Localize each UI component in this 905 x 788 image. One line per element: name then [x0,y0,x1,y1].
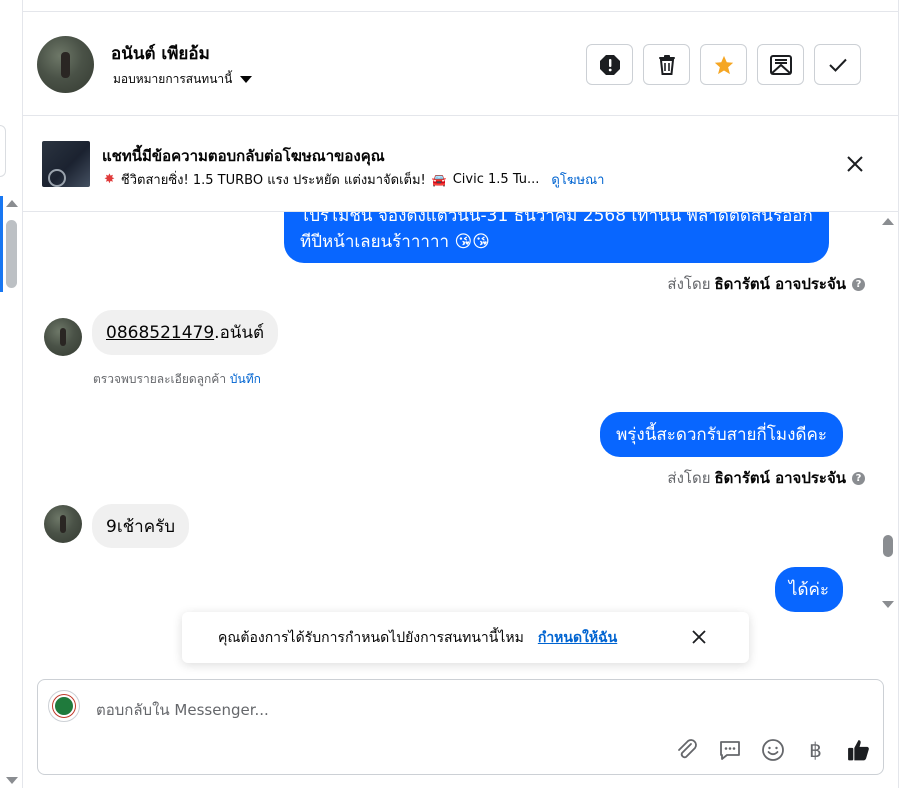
sidebar-scrollbar[interactable] [5,200,19,788]
ad-subtitle-text: ชีวิตสายซิ่ง! 1.5 TURBO แรง ประหยัด แต่ง… [120,173,426,188]
envelope-icon [769,54,792,75]
selected-indicator [0,196,3,292]
ad-banner-title: แชทนี้มีข้อความตอบกลับต่อโฆษณาของคุณ [102,147,385,165]
star-icon [714,55,733,74]
chat-bubble-icon [719,740,740,760]
help-icon[interactable]: ? [852,471,865,485]
car-icon: 🚘 [431,172,447,187]
message-text: พรุ่งนี้สะดวกรับสายกี่โมงดีคะ [616,425,827,445]
chat-window: อนันต์ เพียอ้ม มอบหมายการสนทนานี้ แชทนี้… [0,0,905,788]
attach-button[interactable] [674,737,699,762]
outgoing-message[interactable]: ได้ค่ะ [774,567,843,612]
outgoing-message[interactable]: พรุ่งนี้สะดวกรับสายกี่โมงดีคะ [600,412,843,457]
ad-subtitle-tail: Civic 1.5 Tu... [452,172,540,187]
saved-replies-button[interactable] [717,737,742,762]
view-ad-link[interactable]: ดูโฆษณา [551,169,604,190]
message-text: .อนันต์ [214,323,265,343]
assign-to-me-link[interactable]: กำหนดให้ฉัน [538,627,617,649]
message-text: ทีปีหน้าเลยนร้าาาาา 😘😘 [300,232,490,252]
ad-banner-subtitle: ✸ ชีวิตสายซิ่ง! 1.5 TURBO แรง ประหยัด แต… [104,169,604,190]
like-button[interactable] [846,737,871,762]
done-button[interactable] [814,44,861,85]
customer-details-detected: ตรวจพบรายละเอียดลูกค้า บันทึก [93,370,261,389]
reply-input[interactable]: ตอบกลับใน Messenger... [96,698,269,722]
paperclip-icon [677,738,697,758]
ad-reply-banner: แชทนี้มีข้อความตอบกลับต่อโฆษณาของคุณ ✸ ช… [23,117,898,212]
help-icon[interactable]: ? [852,277,865,291]
message-text: ได้ค่ะ [788,580,829,600]
conversation-header: อนันต์ เพียอ้ม มอบหมายการสนทนานี้ [23,12,898,116]
sidebar-card-edge [0,125,6,177]
sparkle-icon: ✸ [104,172,115,187]
scroll-down-arrow-icon[interactable] [882,601,894,608]
alert-icon [599,54,620,75]
scroll-up-arrow-icon[interactable] [882,218,894,225]
verify-text: ตรวจพบรายละเอียดลูกค้า [93,372,227,386]
page-avatar[interactable] [48,690,80,722]
mark-unread-button[interactable] [757,44,804,85]
baht-icon: ฿ [809,737,822,762]
contact-avatar-small[interactable] [44,318,82,356]
header-actions [586,44,861,85]
sent-by-label: ส่งโดย ธิดารัตน์ อาจประจัน ? [667,466,865,490]
outgoing-message[interactable]: โปรโมชั่น จองตั้งแต่วันนี้-31 ธันวาคม 25… [284,212,829,263]
save-details-link[interactable]: บันทึก [230,372,261,386]
toast-text: คุณต้องการได้รับการกำหนดไปยังการสนทนานี้… [218,629,524,646]
star-button[interactable] [700,44,747,85]
sent-by-prefix: ส่งโดย [667,469,711,487]
thumbs-up-icon [848,739,869,760]
emoji-button[interactable] [760,737,785,762]
message-text: 9เช้าครับ [106,516,176,537]
message-list[interactable]: โปรโมชั่น จองตั้งแต่วันนี้-31 ธันวาคม 25… [23,212,898,680]
caret-down-icon [240,76,253,83]
incoming-message[interactable]: 0868521479 .อนันต์ [92,310,279,355]
close-toast-button[interactable] [691,629,707,645]
assign-prompt-toast: คุณต้องการได้รับการกำหนดไปยังการสนทนานี้… [182,612,749,663]
delete-button[interactable] [643,44,690,85]
close-icon [847,156,863,172]
payment-button[interactable]: ฿ [803,737,828,762]
check-icon [828,58,847,72]
close-banner-button[interactable] [846,155,864,173]
incoming-message[interactable]: 9เช้าครับ [92,504,190,548]
sent-by-label: ส่งโดย ธิดารัตน์ อาจประจัน ? [667,272,865,296]
scroll-up-arrow-icon[interactable] [6,200,18,207]
close-icon [692,630,706,644]
emoji-icon [761,738,784,761]
message-text: โปรโมชั่น จองตั้งแต่วันนี้-31 ธันวาคม 25… [300,212,813,226]
sent-by-prefix: ส่งโดย [667,275,711,293]
composer-tools: ฿ [674,737,871,762]
contact-avatar[interactable] [37,36,94,93]
message-composer[interactable]: ตอบกลับใน Messenger... ฿ [37,679,884,775]
left-sidebar-edge [0,0,23,788]
assign-dropdown[interactable]: มอบหมายการสนทนานี้ [113,70,253,89]
scroll-down-arrow-icon[interactable] [6,777,18,784]
report-button[interactable] [586,44,633,85]
chat-scrollbar[interactable] [881,218,895,608]
ad-thumbnail[interactable] [42,141,90,187]
scrollbar-thumb[interactable] [6,220,17,288]
assign-label: มอบหมายการสนทนานี้ [113,72,233,86]
scrollbar-thumb[interactable] [883,535,893,557]
divider [898,0,899,788]
contact-name[interactable]: อนันต์ เพียอ้ม [111,40,210,67]
contact-avatar-small[interactable] [44,505,82,543]
sender-name: ธิดารัตน์ อาจประจัน [714,469,847,487]
phone-number-link[interactable]: 0868521479 [106,323,214,343]
sender-name: ธิดารัตน์ อาจประจัน [714,275,847,293]
trash-icon [658,54,675,75]
